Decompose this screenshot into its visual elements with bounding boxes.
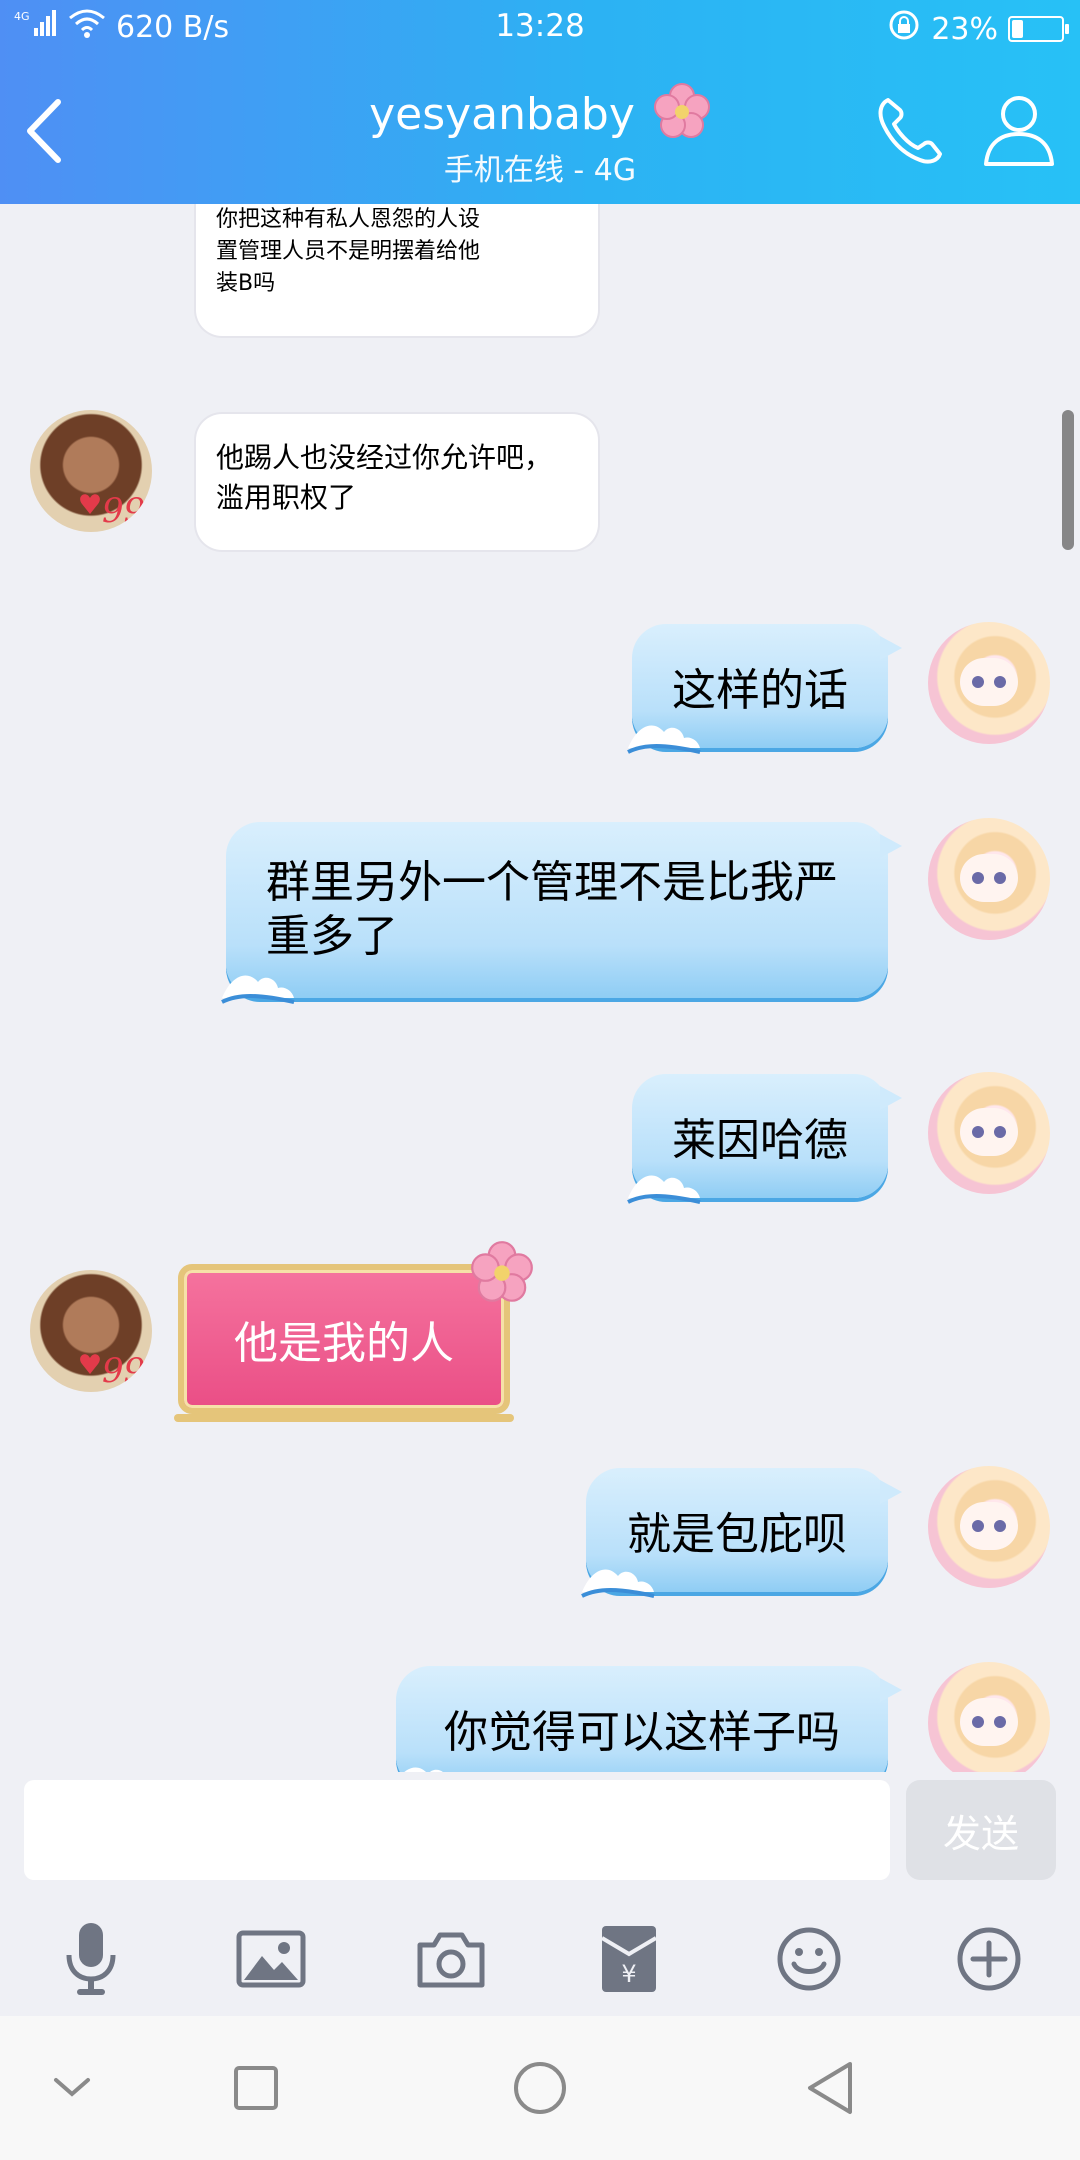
message-text: 你觉得可以这样子吗 <box>444 1707 840 1758</box>
avatar-self[interactable] <box>928 1466 1050 1588</box>
image-button[interactable] <box>216 1904 326 2014</box>
recent-apps-icon <box>234 2066 278 2110</box>
image-icon <box>236 1930 306 1988</box>
red-packet-icon: ¥ <box>600 1926 658 1992</box>
avatar-contact[interactable]: 99 <box>30 1270 152 1392</box>
message-text: 你把这种有私人恩怨的人设置管理人员不是明摆着给他装B吗 <box>216 207 481 296</box>
person-icon <box>984 96 1054 166</box>
battery-icon <box>1008 16 1069 42</box>
chat-message-list[interactable]: 你把这种有私人恩怨的人设置管理人员不是明摆着给他装B吗 99 他踢人也没经过你允… <box>0 204 1080 1780</box>
message-bubble-incoming-pink[interactable]: 他是我的人 <box>174 1241 533 1422</box>
avatar-contact[interactable]: 99 <box>30 410 152 532</box>
rotation-lock-icon <box>887 8 921 50</box>
svg-text:99: 99 <box>102 491 145 526</box>
system-navigation-bar <box>0 2016 1080 2160</box>
message-text: 莱因哈德 <box>672 1115 848 1166</box>
wave-decoration-icon <box>627 725 701 754</box>
message-text: 这样的话 <box>672 665 848 716</box>
hearts-decoration-icon: 99 <box>80 491 145 526</box>
message-text: 他踢人也没经过你允许吧，滥用职权了 <box>216 441 553 514</box>
contact-name: yesyanbaby <box>369 89 635 140</box>
battery-percent: 23% <box>931 11 998 47</box>
back-nav-button[interactable] <box>770 2016 890 2160</box>
avatar-self[interactable] <box>928 1662 1050 1780</box>
avatar-self[interactable] <box>928 622 1050 744</box>
home-icon <box>514 2062 566 2114</box>
message-bubble-outgoing[interactable]: 你觉得可以这样子吗 <box>396 1666 902 1780</box>
status-right: 23% <box>887 8 1069 50</box>
message-bubble-incoming[interactable]: 你把这种有私人恩怨的人设置管理人员不是明摆着给他装B吗 <box>196 204 598 336</box>
cherry-blossom-icon <box>653 82 711 152</box>
hide-nav-button[interactable] <box>12 2016 132 2160</box>
cherry-blossom-icon <box>471 1241 533 1302</box>
top-bar: 4G 620 B/s 13:28 23% yesyanbaby 手机在线 - 4… <box>0 0 1080 204</box>
status-bar: 4G 620 B/s 13:28 23% <box>0 0 1080 56</box>
hearts-decoration-icon: 99 <box>80 1351 145 1386</box>
more-button[interactable] <box>934 1904 1044 2014</box>
message-input-bar: 发送 <box>0 1772 1080 1882</box>
send-button[interactable]: 发送 <box>906 1780 1056 1880</box>
wave-decoration-icon <box>221 975 295 1004</box>
message-bubble-outgoing[interactable]: 这样的话 <box>627 624 902 754</box>
avatar-self[interactable] <box>928 1072 1050 1194</box>
wave-decoration-icon <box>581 1569 655 1598</box>
input-toolbar: ¥ <box>0 1904 1080 2014</box>
emoji-button[interactable] <box>754 1904 864 2014</box>
message-text: 他是我的人 <box>234 1318 454 1369</box>
chevron-down-icon <box>54 2078 90 2097</box>
frame-base <box>174 1414 514 1422</box>
back-icon <box>808 2062 852 2114</box>
message-bubble-incoming[interactable]: 他踢人也没经过你允许吧，滥用职权了 <box>196 414 598 550</box>
voice-button[interactable] <box>36 1904 146 2014</box>
message-bubble-outgoing[interactable]: 群里另外一个管理不是比我严重多了 <box>221 822 902 1004</box>
svg-text:¥: ¥ <box>621 1960 636 1988</box>
avatar-self[interactable] <box>928 818 1050 940</box>
red-packet-button[interactable]: ¥ <box>574 1904 684 2014</box>
microphone-icon <box>66 1923 116 1995</box>
svg-text:99: 99 <box>102 1351 145 1386</box>
scrollbar[interactable] <box>1062 410 1074 550</box>
camera-icon <box>417 1932 485 1988</box>
call-button[interactable] <box>870 90 950 174</box>
message-text: 群里另外一个管理不是比我严重多了 <box>266 857 838 962</box>
message-bubble-outgoing[interactable]: 就是包庇呗 <box>581 1468 902 1598</box>
phone-icon <box>878 98 942 164</box>
plus-icon <box>957 1927 1021 1991</box>
camera-button[interactable] <box>396 1904 506 2014</box>
wave-decoration-icon <box>627 1175 701 1204</box>
message-text: 就是包庇呗 <box>627 1509 847 1560</box>
message-bubble-outgoing[interactable]: 莱因哈德 <box>627 1074 902 1204</box>
recent-apps-button[interactable] <box>196 2016 316 2160</box>
home-button[interactable] <box>480 2016 600 2160</box>
chat-header: yesyanbaby 手机在线 - 4G <box>0 60 1080 200</box>
emoji-icon <box>777 1927 841 1991</box>
profile-button[interactable] <box>980 90 1058 174</box>
message-input[interactable] <box>24 1780 890 1880</box>
